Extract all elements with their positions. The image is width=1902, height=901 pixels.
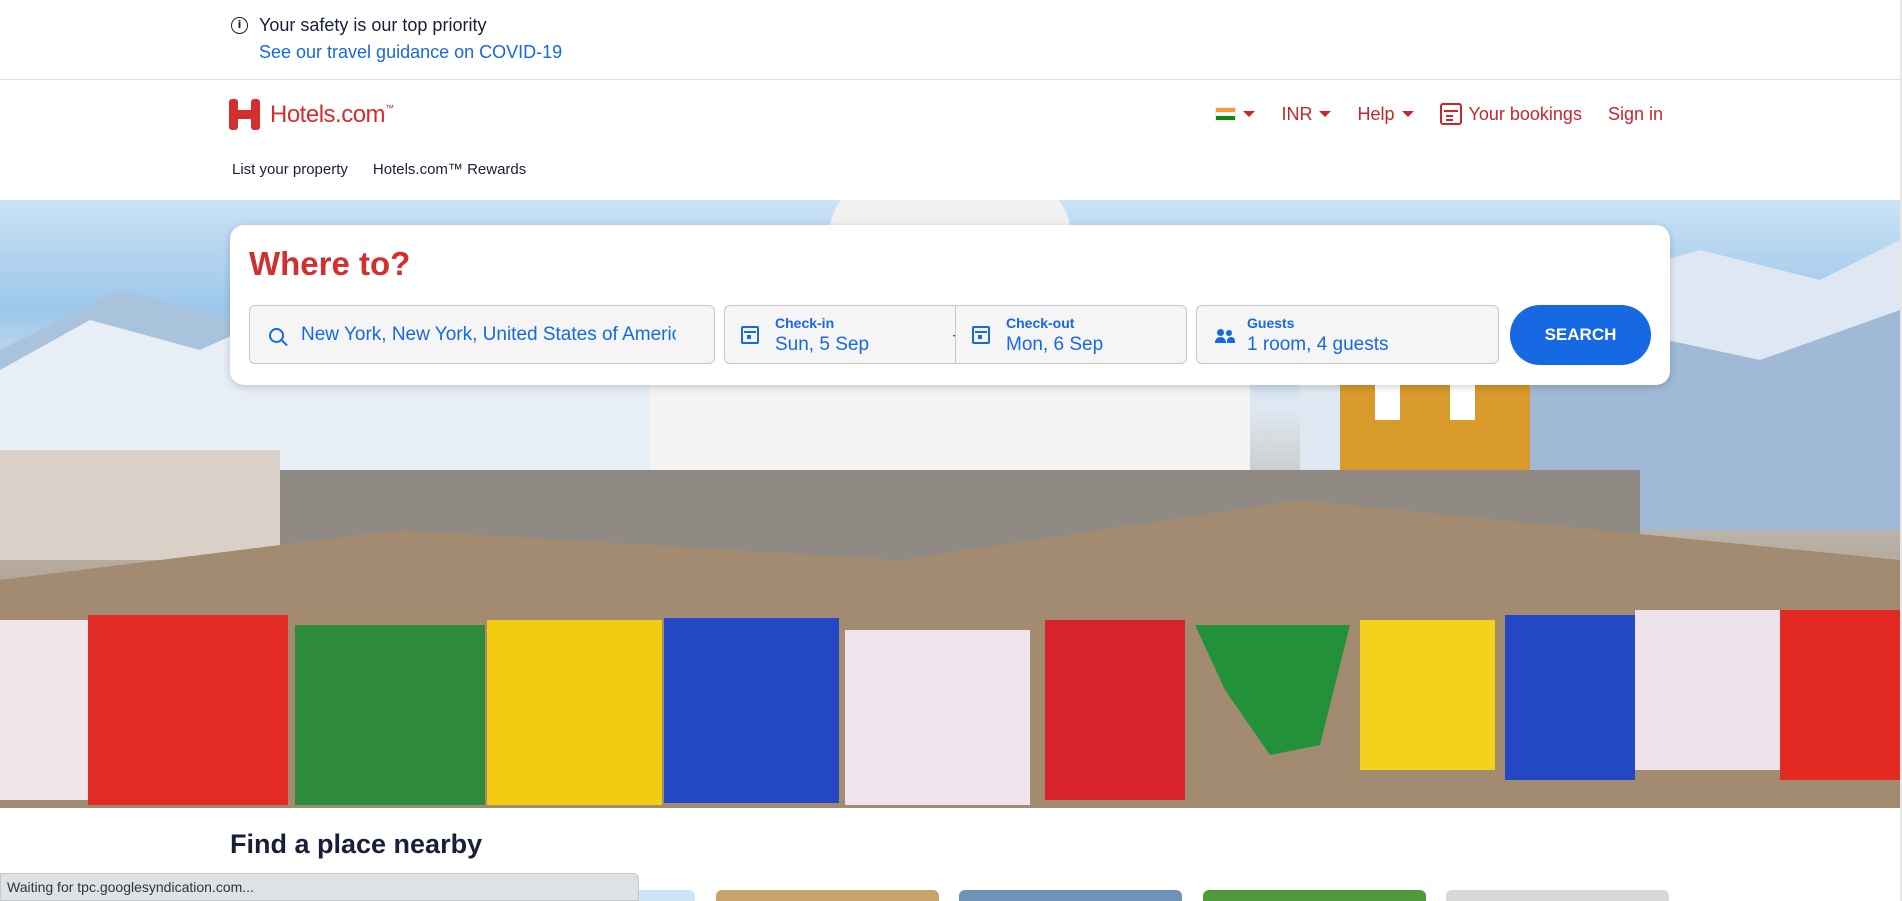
guests-label: Guests xyxy=(1247,315,1295,331)
safety-banner: i Your safety is our top priority See ou… xyxy=(0,0,1900,80)
browser-status-bar: Waiting for tpc.googlesyndication.com... xyxy=(0,873,639,901)
info-icon: i xyxy=(231,17,248,34)
covid-guidance-link[interactable]: See our travel guidance on COVID-19 xyxy=(259,42,562,63)
calendar-icon xyxy=(1439,103,1462,125)
site-header: Hotels.com™ INR Help Your bookings Sign … xyxy=(0,81,1900,200)
checkin-field[interactable]: Check-in Sun, 5 Sep → xyxy=(724,305,966,364)
sign-in-label: Sign in xyxy=(1607,103,1663,124)
chevron-down-icon xyxy=(1319,111,1332,117)
guests-icon xyxy=(1215,329,1235,343)
guests-value: 1 room, 4 guests xyxy=(1247,334,1389,355)
checkin-label: Check-in xyxy=(775,315,835,331)
list-property-link[interactable]: List your property xyxy=(232,161,348,178)
nearby-card-4[interactable] xyxy=(1203,890,1426,901)
page: i Your safety is our top priority See ou… xyxy=(0,0,1902,901)
nearby-card-3[interactable] xyxy=(959,890,1182,901)
logo-text: Hotels.com™ xyxy=(270,100,394,128)
calendar-icon xyxy=(741,326,759,344)
india-flag-icon xyxy=(1215,106,1237,122)
calendar-icon xyxy=(972,326,990,344)
hotels-logo-icon xyxy=(229,98,262,131)
search-title: Where to? xyxy=(249,245,411,282)
search-card: Where to? New York, New York, United Sta… xyxy=(230,225,1670,385)
search-button[interactable]: SEARCH xyxy=(1510,305,1651,365)
hotels-logo[interactable]: Hotels.com™ xyxy=(229,98,394,131)
rewards-link[interactable]: Hotels.com™ Rewards xyxy=(373,161,526,178)
destination-value: New York, New York, United States of Ame… xyxy=(301,324,676,345)
help-label: Help xyxy=(1357,103,1395,124)
header-nav: INR Help Your bookings Sign in xyxy=(1215,103,1663,125)
your-bookings-label: Your bookings xyxy=(1468,103,1582,124)
checkout-label: Check-out xyxy=(1006,315,1075,331)
nearby-card-5[interactable] xyxy=(1446,890,1669,901)
chevron-down-icon xyxy=(1243,111,1256,117)
help-menu[interactable]: Help xyxy=(1357,103,1414,125)
nearby-card-2[interactable] xyxy=(716,890,939,901)
your-bookings-link[interactable]: Your bookings xyxy=(1439,103,1582,125)
language-selector[interactable] xyxy=(1215,106,1256,122)
checkout-value: Mon, 6 Sep xyxy=(1006,334,1104,355)
sub-navigation: List your property Hotels.com™ Rewards xyxy=(232,161,526,178)
currency-label: INR xyxy=(1281,103,1313,124)
nearby-section-title: Find a place nearby xyxy=(230,829,483,859)
chevron-down-icon xyxy=(1401,111,1414,117)
guests-field[interactable]: Guests 1 room, 4 guests xyxy=(1196,305,1499,364)
currency-selector[interactable]: INR xyxy=(1281,103,1332,125)
checkout-field[interactable]: Check-out Mon, 6 Sep xyxy=(955,305,1187,364)
safety-title: Your safety is our top priority xyxy=(259,15,487,35)
destination-field[interactable]: New York, New York, United States of Ame… xyxy=(249,305,715,364)
search-icon xyxy=(269,328,284,343)
checkin-value: Sun, 5 Sep xyxy=(775,334,870,355)
sign-in-link[interactable]: Sign in xyxy=(1608,104,1663,125)
